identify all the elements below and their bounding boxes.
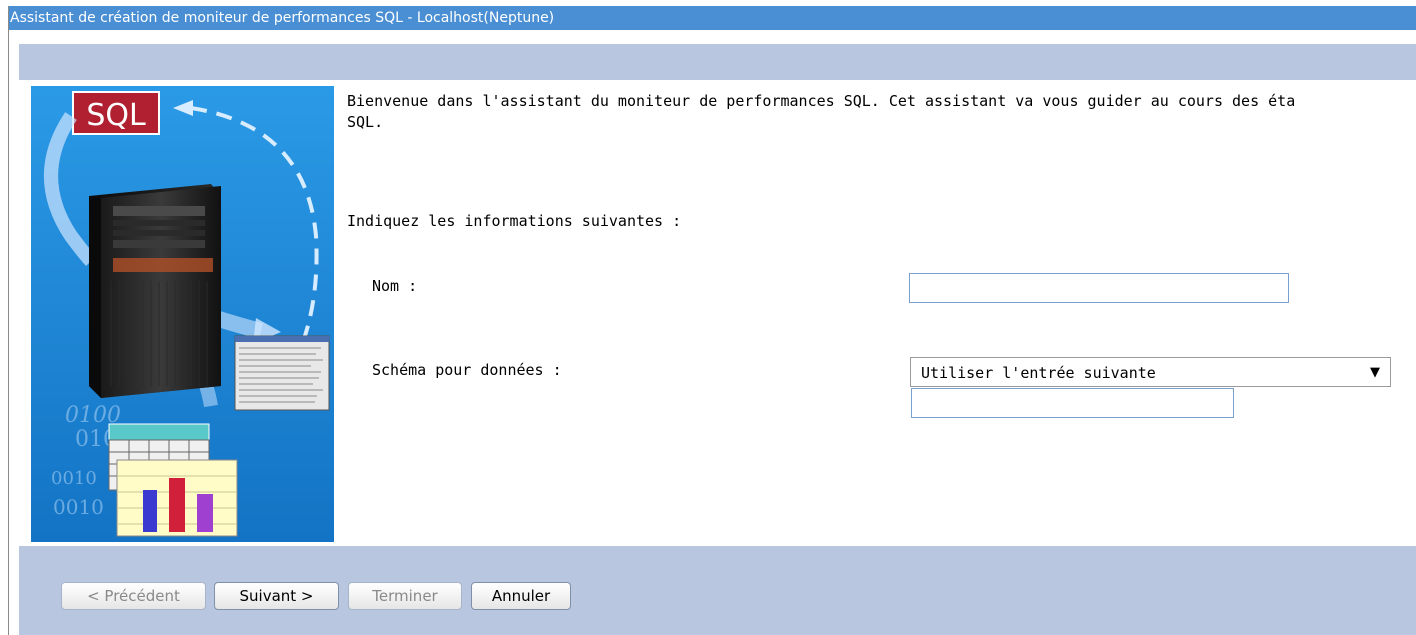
previous-button[interactable]: < Précédent	[61, 582, 206, 610]
svg-text:SQL: SQL	[86, 98, 146, 133]
schema-input[interactable]	[911, 388, 1234, 418]
window-title: Assistant de création de moniteur de per…	[9, 6, 1416, 30]
svg-text:0010: 0010	[53, 495, 104, 519]
finish-button[interactable]: Terminer	[348, 582, 462, 610]
name-label: Nom :	[372, 277, 418, 295]
wizard-illustration: SQL 0100 010 0010 0010	[31, 86, 334, 542]
schema-label: Schéma pour données :	[372, 361, 562, 379]
sql-server-illustration: SQL 0100 010 0010 0010	[31, 86, 334, 542]
header-band	[19, 44, 1416, 80]
cancel-button[interactable]: Annuler	[471, 582, 571, 610]
wizard-window: Assistant de création de moniteur de per…	[8, 6, 1416, 635]
schema-select-value: Utiliser l'entrée suivante	[921, 364, 1156, 382]
schema-select[interactable]: Utiliser l'entrée suivante ▼	[910, 357, 1391, 387]
name-input[interactable]	[909, 273, 1289, 303]
wizard-content: Bienvenue dans l'assistant du moniteur d…	[347, 86, 1416, 546]
sql-logo: SQL	[72, 91, 160, 135]
footer-button-bar: < Précédent Suivant > Terminer Annuler	[19, 546, 1416, 635]
server-tower	[89, 184, 221, 398]
next-button[interactable]: Suivant >	[214, 582, 339, 610]
bar-chart-graphic	[116, 459, 238, 537]
dropdown-arrow-icon: ▼	[1370, 365, 1380, 380]
instructions-text: Indiquez les informations suivantes :	[347, 212, 682, 230]
welcome-text: Bienvenue dans l'assistant du moniteur d…	[347, 92, 1296, 131]
report-window	[234, 335, 330, 411]
svg-text:0010: 0010	[51, 468, 97, 489]
